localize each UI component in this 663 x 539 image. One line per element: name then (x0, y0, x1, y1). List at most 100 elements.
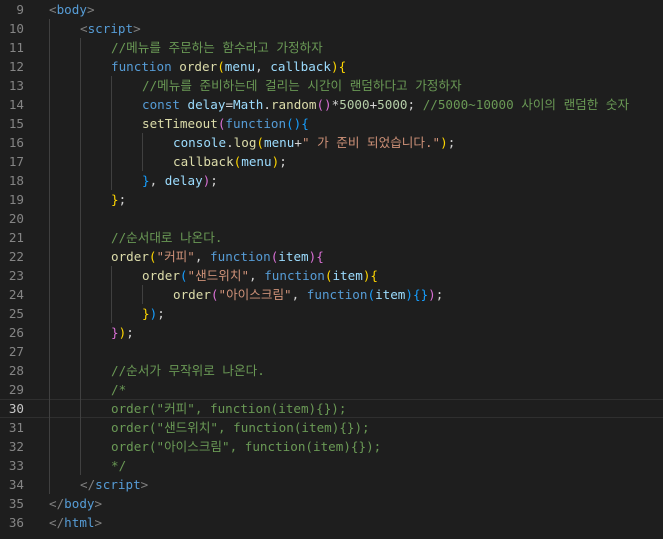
line-number: 9 (16, 2, 24, 17)
code-token: > (94, 515, 103, 530)
code-line[interactable]: 36 </html> (0, 513, 663, 532)
code-token: item (278, 249, 309, 264)
code-token: order("아이스크림", function(item){}); (111, 439, 382, 454)
code-line[interactable]: 20 (0, 209, 663, 228)
indent-guide (80, 456, 81, 475)
indent-guide (111, 152, 112, 171)
code-line[interactable]: 34 </script> (0, 475, 663, 494)
code-line[interactable]: 32 order("아이스크림", function(item){}); (0, 437, 663, 456)
code-line[interactable]: 13 //메뉴를 준비하는데 걸리는 시간이 랜덤하다고 가정하자 (0, 76, 663, 95)
indent-guide (49, 19, 50, 38)
code-line[interactable]: 10 <script> (0, 19, 663, 38)
code-token: > (94, 496, 103, 511)
code-line[interactable]: 26}); (0, 323, 663, 342)
code-token: { (316, 249, 324, 264)
code-line[interactable]: 29 /* (0, 380, 663, 399)
indent-guide (111, 171, 112, 190)
code-token: , (291, 287, 307, 302)
code-token: console (173, 135, 227, 150)
line-number: 36 (8, 515, 24, 530)
indent-guide (49, 475, 50, 494)
code-token: { (370, 268, 378, 283)
code-token: menu (264, 135, 295, 150)
code-token: { (338, 59, 347, 74)
line-code: }); (111, 323, 134, 342)
code-editor[interactable]: 9 <body> 10 <script> 11//메뉴를 주문하는 함수라고 가정하자 1… (0, 0, 663, 539)
code-token: , (149, 173, 165, 188)
code-token: ; (210, 173, 218, 188)
code-token: < (80, 21, 88, 36)
code-line[interactable]: 17 callback(menu); (0, 152, 663, 171)
code-token: { (301, 116, 309, 131)
indent-guide (49, 285, 50, 304)
code-token: order("커피", function(item){}); (111, 401, 347, 416)
code-line[interactable]: 27 (0, 342, 663, 361)
code-token: ( (367, 287, 376, 302)
code-line[interactable]: 19}; (0, 190, 663, 209)
code-token: log (233, 135, 257, 150)
code-lines[interactable]: 9 <body> 10 <script> 11//메뉴를 주문하는 함수라고 가정하자 1… (0, 0, 663, 532)
line-code: order("커피", function(item){}); (111, 399, 346, 418)
indent-guide (80, 190, 81, 209)
code-token: ; (118, 192, 127, 207)
code-line[interactable]: 24 order("아이스크림", function(item){}); (0, 285, 663, 304)
code-token: } (111, 325, 119, 340)
code-token: . (226, 135, 234, 150)
code-line[interactable]: 33 */ (0, 456, 663, 475)
code-line[interactable]: 16 console.log(menu+" 가 준비 되었습니다."); (0, 133, 663, 152)
code-token: < (49, 2, 57, 17)
code-token: function (225, 116, 287, 131)
code-token: ( (217, 59, 225, 74)
line-number: 23 (8, 268, 24, 283)
indent-guide (111, 266, 112, 285)
indent-guide (80, 152, 81, 171)
line-code: order("샌드위치", function(item){ (142, 266, 378, 285)
code-line[interactable]: 15 setTimeout(function(){ (0, 114, 663, 133)
indent-guide (49, 190, 50, 209)
indent-guide (142, 285, 143, 304)
indent-guide (49, 38, 50, 57)
code-line[interactable]: 25}); (0, 304, 663, 323)
indent-guide (80, 304, 81, 323)
indent-guide (49, 399, 50, 418)
indent-guide (80, 285, 81, 304)
indent-guide (111, 133, 112, 152)
indent-guide (49, 247, 50, 266)
code-line[interactable]: 22 order("커피", function(item){ (0, 247, 663, 266)
code-line[interactable]: 23 order("샌드위치", function(item){ (0, 266, 663, 285)
indent-guide (80, 209, 81, 228)
line-code: order("아이스크림", function(item){}); (111, 437, 381, 456)
line-code: <body> (49, 0, 95, 19)
line-number: 29 (8, 382, 24, 397)
code-line[interactable]: 12 function order(menu, callback){ (0, 57, 663, 76)
code-line[interactable]: 21 //순서대로 나온다. (0, 228, 663, 247)
code-token: order("샌드위치", function(item){}); (111, 420, 370, 435)
code-token: */ (111, 458, 127, 473)
code-line[interactable]: 30 order("커피", function(item){}); (0, 399, 663, 418)
code-line[interactable]: 28 //순서가 무작위로 나온다. (0, 361, 663, 380)
code-line[interactable]: 14 const delay=Math.random()*5000+5000; /… (0, 95, 663, 114)
line-number: 26 (8, 325, 24, 340)
code-line[interactable]: 31 order("샌드위치", function(item){}); (0, 418, 663, 437)
code-line[interactable]: 11 //메뉴를 주문하는 함수라고 가정하자 (0, 38, 663, 57)
line-code: order("커피", function(item){ (111, 247, 324, 266)
code-token: "커피" (156, 249, 195, 264)
code-token: + (294, 135, 302, 150)
line-code: }; (111, 190, 126, 209)
line-number: 11 (8, 40, 24, 55)
code-token: random (270, 97, 317, 112)
code-token: 5000 (377, 97, 408, 112)
line-code: function order(menu, callback){ (111, 57, 346, 76)
code-line[interactable]: 35 </body> (0, 494, 663, 513)
code-token: () (316, 97, 332, 112)
line-number: 22 (8, 249, 24, 264)
code-token: ; (157, 306, 165, 321)
line-number: 16 (8, 135, 24, 150)
code-token: callback (270, 59, 331, 74)
line-code: const delay=Math.random()*5000+5000; //5… (142, 95, 629, 114)
code-line[interactable]: 9 <body> (0, 0, 663, 19)
code-token: item (375, 287, 406, 302)
code-token: body (64, 496, 95, 511)
code-token: ) (330, 59, 339, 74)
code-line[interactable]: 18}, delay); (0, 171, 663, 190)
